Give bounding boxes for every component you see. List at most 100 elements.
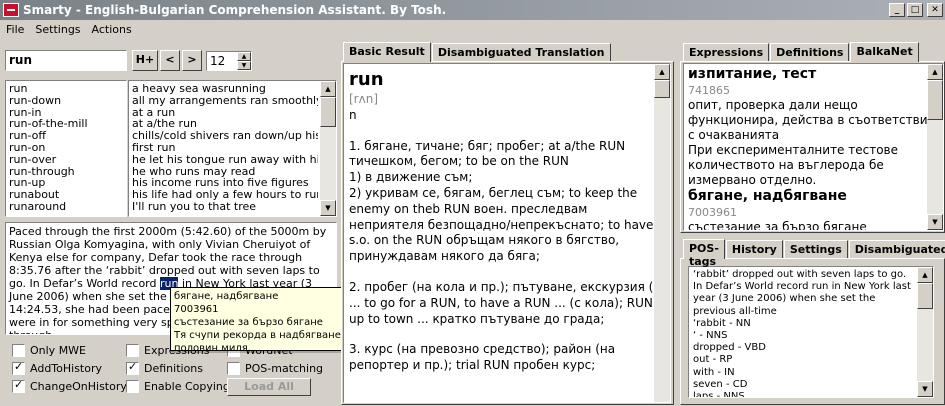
center-tabs: Basic Result Disambiguated Translation — [343, 41, 612, 62]
scroll-down-icon[interactable]: ▼ — [917, 381, 933, 397]
menu-settings[interactable]: Settings — [29, 23, 85, 36]
examples-scrollbar[interactable]: ▲ ▼ — [320, 81, 336, 216]
checkbox-box[interactable] — [126, 360, 139, 375]
checkbox-box[interactable] — [126, 344, 139, 357]
pos-tag-item: ‘rabbit - NN — [693, 317, 751, 329]
maximize-icon[interactable]: □ — [907, 3, 923, 17]
balkanet-gloss: състезание за бързо бягане — [688, 220, 867, 231]
pos-tag-item: with - IN — [693, 366, 735, 378]
tab-disambiguated-translation[interactable]: Disambiguated Translation — [431, 43, 611, 61]
window-title: Smarty - English-Bulgarian Comprehension… — [23, 3, 447, 17]
right-bottom-tabs: POS-tags History Settings Disambiguated — [683, 238, 945, 268]
menu-bar: File Settings Actions — [0, 20, 945, 39]
pos-tag-item: dropped - VBD — [693, 342, 766, 354]
checkbox-box[interactable] — [126, 380, 139, 393]
balkanet-gloss: опит, проверка дали нещо функционира, де… — [688, 98, 935, 142]
pos-tag-item: laps - NNS — [693, 391, 745, 398]
add-to-history-checkbox[interactable]: AddToHistory — [12, 360, 102, 375]
example-list-item[interactable]: a heavy sea wasrunning — [132, 83, 318, 95]
example-list-item[interactable]: chills/cold shivers ran down/up his spin… — [132, 130, 318, 142]
scroll-up-icon[interactable]: ▲ — [927, 64, 943, 80]
scroll-up-icon[interactable]: ▲ — [917, 267, 933, 283]
scroll-down-icon[interactable]: ▼ — [320, 200, 336, 216]
pos-tags-view[interactable]: ‘rabbit’ dropped out with seven laps to … — [688, 266, 934, 398]
tab-basic-result[interactable]: Basic Result — [343, 42, 431, 62]
spin-up-icon[interactable]: ▲ — [237, 52, 251, 61]
scroll-thumb[interactable] — [917, 283, 933, 309]
result-scrollbar[interactable]: ▲ — [654, 64, 670, 402]
result-line: 2) укривам се, бягам, беглец съм; to kee… — [349, 185, 654, 264]
tab-balkanet[interactable]: BalkaNet — [850, 42, 919, 62]
history-plus-button[interactable]: H+ — [132, 50, 158, 71]
only-mwe-checkbox[interactable]: Only MWE — [12, 344, 86, 357]
pos-tag-item: ‘rabbit’ dropped out with seven laps to … — [693, 269, 911, 317]
pos-scrollbar[interactable]: ▲ ▼ — [917, 267, 933, 397]
app-icon — [3, 3, 19, 17]
scroll-thumb[interactable] — [654, 80, 670, 98]
enable-copying-checkbox[interactable]: Enable Copying — [126, 380, 230, 393]
right-top-tabs: Expressions Definitions BalkaNet — [683, 41, 920, 62]
minimize-icon[interactable]: _ — [889, 3, 905, 17]
scroll-up-icon[interactable]: ▲ — [654, 64, 670, 80]
menu-actions[interactable]: Actions — [86, 23, 137, 36]
checkbox-box[interactable] — [12, 344, 25, 357]
menu-file[interactable]: File — [0, 23, 29, 36]
result-word: run — [349, 69, 384, 90]
tab-settings[interactable]: Settings — [783, 240, 848, 258]
prev-button[interactable]: < — [160, 50, 180, 71]
result-line: 3. курс (на превозно средство); район (н… — [349, 342, 616, 373]
scroll-thumb[interactable] — [927, 80, 943, 120]
spin-down-icon[interactable]: ▼ — [237, 61, 251, 70]
checkbox-box[interactable] — [227, 362, 240, 375]
examples-list[interactable]: a heavy sea wasrunning all my arrangement… — [128, 80, 337, 217]
phrase-list[interactable]: run run-down run-in run-of-the-mill run-off r… — [5, 80, 127, 217]
pos-matching-checkbox[interactable]: POS-matching — [227, 362, 323, 375]
phrase-list-item[interactable]: run-over — [9, 154, 123, 166]
tab-history[interactable]: History — [725, 240, 783, 258]
tab-definitions[interactable]: Definitions — [770, 43, 850, 61]
checkbox-box[interactable] — [12, 378, 25, 393]
result-pronunciation: [rʌn] — [349, 92, 379, 106]
next-button[interactable]: > — [182, 50, 202, 71]
balkanet-id: 741865 — [688, 84, 730, 97]
scroll-down-icon[interactable]: ▼ — [927, 214, 943, 230]
tab-pos-tags[interactable]: POS-tags — [683, 239, 725, 268]
balkanet-scrollbar[interactable]: ▲ ▼ — [927, 64, 943, 230]
scroll-up-icon[interactable]: ▲ — [320, 81, 336, 97]
example-list-item[interactable]: first run — [132, 142, 318, 154]
phrase-list-item[interactable]: run — [9, 83, 123, 95]
example-list-item[interactable]: he let his tongue run away with him — [132, 154, 318, 166]
basic-result-view[interactable]: run [rʌn] n 1. бягане, тичане; бяг; проб… — [343, 63, 671, 403]
scroll-thumb[interactable] — [320, 97, 336, 127]
phrase-list-item[interactable]: runaround — [9, 201, 123, 213]
phrase-list-item[interactable]: run-off — [9, 130, 123, 142]
example-list-item[interactable]: at a run — [132, 107, 318, 119]
example-list-item[interactable]: all my arrangements ran smoothly — [132, 95, 318, 107]
example-list-item[interactable]: at a/the run — [132, 118, 318, 130]
phrase-list-item[interactable]: run-through — [9, 166, 123, 178]
example-list-item[interactable]: I'll run you to that tree — [132, 201, 318, 213]
balkanet-lemma: бягане, надбягване — [688, 188, 847, 204]
phrase-list-item[interactable]: run-of-the-mill — [9, 118, 123, 130]
phrase-list-item[interactable]: run-on — [9, 142, 123, 154]
phrase-list-item[interactable]: runabout — [9, 189, 123, 201]
change-on-history-checkbox[interactable]: ChangeOnHistory — [12, 378, 127, 393]
pos-tag-item: out - RP — [693, 354, 733, 366]
example-list-item[interactable]: his income runs into five figures — [132, 177, 318, 189]
balkanet-example: При експерименталните тестове количество… — [688, 143, 899, 187]
checkbox-box[interactable] — [12, 360, 25, 375]
example-list-item[interactable]: he who runs may read — [132, 166, 318, 178]
definitions-checkbox[interactable]: Definitions — [126, 360, 203, 375]
phrase-list-item[interactable]: run-in — [9, 107, 123, 119]
count-stepper[interactable]: 12 ▲ ▼ — [206, 51, 252, 71]
phrase-list-item[interactable]: run-down — [9, 95, 123, 107]
load-all-button[interactable]: Load All — [227, 378, 311, 396]
tab-expressions[interactable]: Expressions — [683, 43, 770, 61]
example-list-item[interactable]: his life had only a few hours to run — [132, 189, 318, 201]
close-icon[interactable]: ✕ — [927, 3, 943, 17]
pos-tag-item: seven - CD — [693, 378, 748, 390]
phrase-list-item[interactable]: run-up — [9, 177, 123, 189]
balkanet-view[interactable]: изпитание, тест 741865 опит, проверка да… — [683, 63, 944, 231]
tab-disambiguated[interactable]: Disambiguated — [848, 240, 945, 258]
search-input[interactable]: run — [5, 50, 127, 71]
